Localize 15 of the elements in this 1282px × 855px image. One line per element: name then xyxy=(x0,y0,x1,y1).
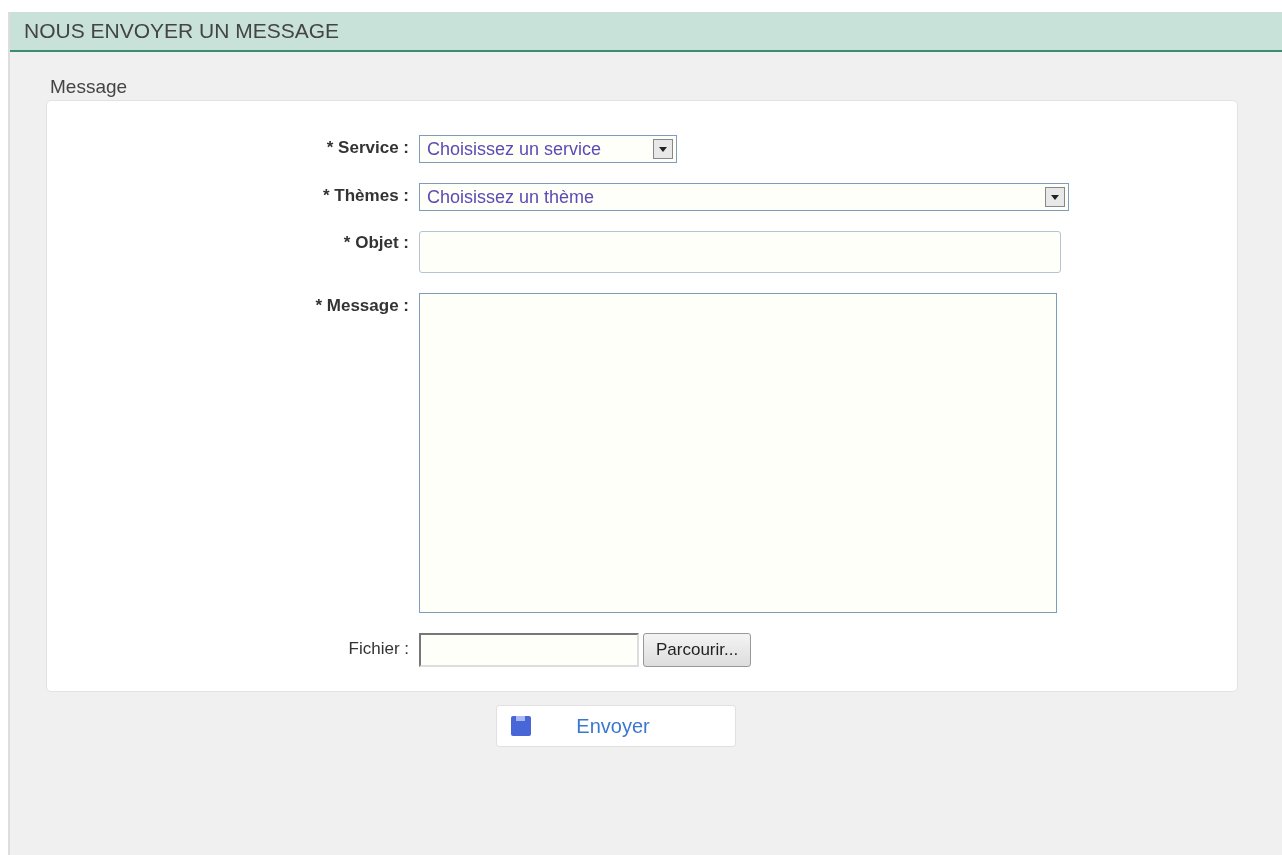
field-label: * Message : xyxy=(314,295,409,317)
field-label: Fichier : xyxy=(347,638,409,660)
field-label: * Objet : xyxy=(342,232,409,254)
send-button[interactable]: Envoyer xyxy=(496,705,736,747)
message-textarea[interactable] xyxy=(419,293,1057,613)
caret-icon xyxy=(1045,187,1065,207)
file-field[interactable] xyxy=(419,633,639,667)
panel-title: NOUS ENVOYER UN MESSAGE xyxy=(10,12,1282,52)
caret-icon xyxy=(653,139,673,159)
input-field[interactable] xyxy=(419,231,1061,273)
browse-button[interactable]: Parcourir... xyxy=(643,633,752,667)
field-label: * Service : xyxy=(325,137,409,159)
dropdown[interactable]: Choisissez un service xyxy=(419,135,677,163)
dropdown[interactable]: Choisissez un thème xyxy=(419,183,1069,211)
field-label: * Thèmes : xyxy=(322,185,409,207)
